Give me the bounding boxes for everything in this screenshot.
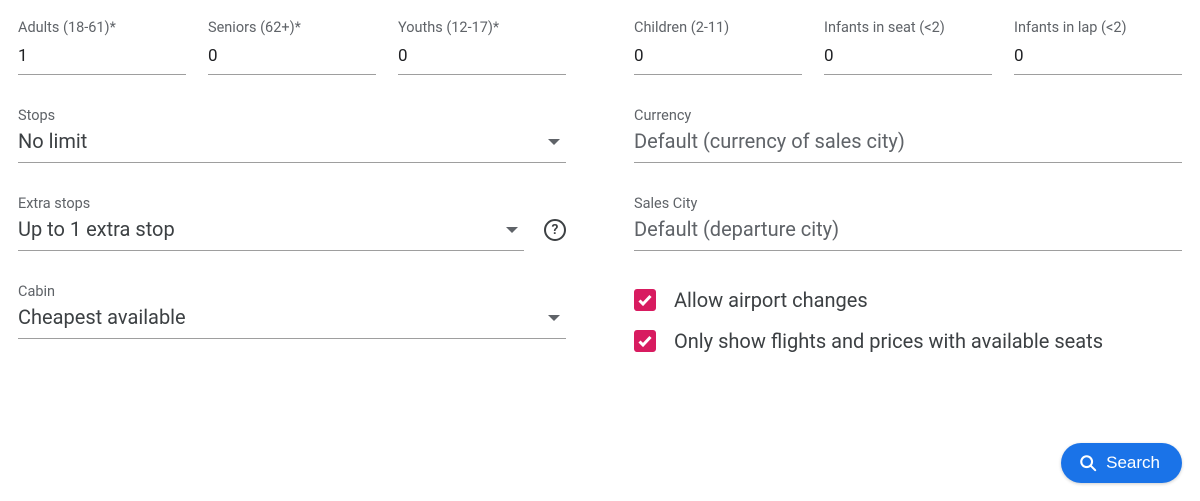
- passenger-row-left: Adults (18-61)* 1 Seniors (62+)* 0 Youth…: [18, 19, 566, 75]
- infants-lap-label: Infants in lap (<2): [1014, 19, 1182, 36]
- children-label: Children (2-11): [634, 19, 802, 36]
- checkbox-checked-icon: [634, 289, 656, 311]
- extra-stops-value: Up to 1 extra stop: [18, 216, 506, 243]
- sales-city-field[interactable]: Sales City Default (departure city): [634, 195, 1182, 251]
- youths-label: Youths (12-17)*: [398, 19, 566, 36]
- airport-changes-label: Allow airport changes: [674, 287, 868, 314]
- seniors-field[interactable]: Seniors (62+)* 0: [208, 19, 376, 75]
- currency-label: Currency: [634, 107, 1182, 124]
- adults-field[interactable]: Adults (18-61)* 1: [18, 19, 186, 75]
- right-column: Children (2-11) 0 Infants in seat (<2) 0…: [634, 19, 1182, 371]
- youths-value[interactable]: 0: [398, 45, 566, 75]
- youths-field[interactable]: Youths (12-17)* 0: [398, 19, 566, 75]
- currency-placeholder: Default (currency of sales city): [634, 128, 1182, 155]
- infants-seat-field[interactable]: Infants in seat (<2) 0: [824, 19, 992, 75]
- extra-stops-label: Extra stops: [18, 195, 524, 212]
- cabin-field[interactable]: Cabin Cheapest available: [18, 283, 566, 339]
- cabin-select[interactable]: Cheapest available: [18, 304, 566, 339]
- extra-stops-select[interactable]: Up to 1 extra stop: [18, 216, 524, 251]
- adults-label: Adults (18-61)*: [18, 19, 186, 36]
- seniors-label: Seniors (62+)*: [208, 19, 376, 36]
- search-button[interactable]: Search: [1061, 443, 1182, 483]
- available-seats-label: Only show flights and prices with availa…: [674, 328, 1103, 355]
- stops-label: Stops: [18, 107, 566, 124]
- passenger-row-right: Children (2-11) 0 Infants in seat (<2) 0…: [634, 19, 1182, 75]
- help-icon[interactable]: ?: [544, 219, 566, 241]
- children-field[interactable]: Children (2-11) 0: [634, 19, 802, 75]
- checkbox-checked-icon: [634, 330, 656, 352]
- stops-select[interactable]: No limit: [18, 128, 566, 163]
- available-seats-checkbox[interactable]: Only show flights and prices with availa…: [634, 328, 1182, 355]
- options-checkboxes: Allow airport changes Only show flights …: [634, 287, 1182, 369]
- extra-stops-field[interactable]: Extra stops Up to 1 extra stop: [18, 195, 524, 251]
- cabin-label: Cabin: [18, 283, 566, 300]
- cabin-value: Cheapest available: [18, 304, 548, 331]
- seniors-value[interactable]: 0: [208, 45, 376, 75]
- adults-value[interactable]: 1: [18, 45, 186, 75]
- stops-value: No limit: [18, 128, 548, 155]
- search-icon: [1079, 454, 1097, 472]
- chevron-down-icon: [548, 139, 560, 145]
- airport-changes-checkbox[interactable]: Allow airport changes: [634, 287, 1182, 314]
- search-button-label: Search: [1106, 453, 1160, 473]
- left-column: Adults (18-61)* 1 Seniors (62+)* 0 Youth…: [18, 19, 566, 371]
- sales-city-input[interactable]: Default (departure city): [634, 216, 1182, 251]
- chevron-down-icon: [548, 315, 560, 321]
- infants-seat-value[interactable]: 0: [824, 45, 992, 75]
- stops-field[interactable]: Stops No limit: [18, 107, 566, 163]
- infants-lap-field[interactable]: Infants in lap (<2) 0: [1014, 19, 1182, 75]
- sales-city-placeholder: Default (departure city): [634, 216, 1182, 243]
- children-value[interactable]: 0: [634, 45, 802, 75]
- infants-lap-value[interactable]: 0: [1014, 45, 1182, 75]
- currency-field[interactable]: Currency Default (currency of sales city…: [634, 107, 1182, 163]
- chevron-down-icon: [506, 227, 518, 233]
- currency-input[interactable]: Default (currency of sales city): [634, 128, 1182, 163]
- infants-seat-label: Infants in seat (<2): [824, 19, 992, 36]
- sales-city-label: Sales City: [634, 195, 1182, 212]
